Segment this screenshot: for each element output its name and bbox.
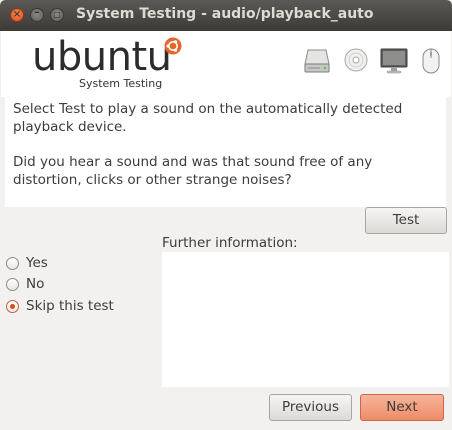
close-icon: × [12,9,22,20]
mouse-icon [422,48,440,74]
monitor-icon [380,48,408,74]
instructions-text: Select Test to play a sound on the autom… [13,100,443,206]
dialog-window: × – □ System Testing - audio/playback_au… [0,0,452,430]
radio-selected-dot [10,304,15,309]
next-button[interactable]: Next [360,394,444,421]
minimize-button[interactable]: – [30,7,44,22]
window-title: System Testing - audio/playback_auto [76,6,374,22]
radio-yes[interactable] [6,257,19,270]
further-information-textarea[interactable] [162,252,449,387]
radio-no[interactable] [6,278,19,291]
close-button[interactable]: × [10,8,24,22]
logo-subtitle: System Testing [79,77,163,90]
instructions-paragraph-1: Select Test to play a sound on the autom… [13,101,403,135]
option-skip-label: Skip this test [26,298,114,314]
option-yes-label: Yes [26,255,48,271]
hard-drive-icon [304,49,330,73]
instructions-paragraph-2: Did you hear a sound and was that sound … [13,154,373,188]
ubuntu-circle-of-friends-icon [164,37,182,55]
cd-disc-icon [344,48,368,72]
minimize-icon: – [34,7,40,18]
maximize-icon: □ [53,10,61,19]
further-information-label: Further information: [162,235,298,251]
title-bar[interactable]: × – □ System Testing - audio/playback_au… [0,0,452,31]
ubuntu-logo-text: ubuntu [32,34,172,80]
maximize-button[interactable]: □ [50,8,64,22]
previous-button[interactable]: Previous [269,394,352,421]
instructions-panel: Select Test to play a sound on the autom… [5,97,446,207]
test-button[interactable]: Test [365,207,447,234]
header-banner: ubuntu System Testing [1,31,451,97]
option-no-label: No [26,276,45,292]
radio-skip[interactable] [6,300,19,313]
